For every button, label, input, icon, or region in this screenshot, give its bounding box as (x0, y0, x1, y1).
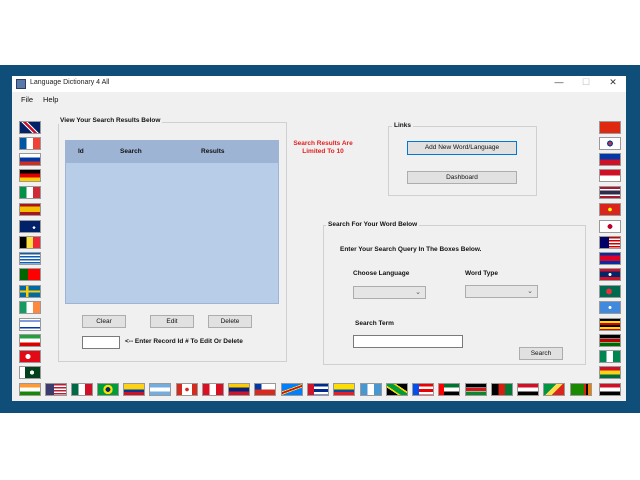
search-term-input[interactable] (353, 335, 463, 348)
flag-china[interactable] (599, 121, 621, 134)
minimize-button[interactable]: — (549, 77, 569, 87)
flag-chile[interactable] (254, 383, 276, 396)
flag-philippines[interactable] (599, 153, 621, 166)
flag-afghanistan[interactable] (491, 383, 513, 396)
flag-france[interactable] (19, 137, 41, 150)
flag-malaysia[interactable] (599, 236, 621, 249)
flag-spain[interactable] (19, 203, 41, 216)
search-button[interactable]: Search (519, 347, 563, 360)
record-id-input[interactable] (82, 336, 120, 349)
flag-vietnam[interactable] (599, 203, 621, 216)
flag-uk[interactable] (19, 121, 41, 134)
dashboard-button[interactable]: Dashboard (407, 171, 517, 184)
chevron-down-icon: ⌄ (415, 289, 421, 296)
results-grid[interactable]: Id Search Results (65, 140, 279, 304)
flag-iran[interactable] (19, 334, 41, 347)
search-group-label: Search For Your Word Below (326, 221, 420, 228)
flag-mexico[interactable] (71, 383, 93, 396)
flag-portugal[interactable] (19, 268, 41, 281)
flag-russia[interactable] (19, 153, 41, 166)
flag-israel[interactable] (19, 318, 41, 331)
app-icon (16, 79, 26, 89)
language-select[interactable]: ⌄ (353, 286, 426, 299)
flag-sweden[interactable] (19, 285, 41, 298)
menu-help[interactable]: Help (43, 95, 58, 104)
word-type-select[interactable]: ⌄ (465, 285, 538, 298)
window-title: Language Dictionary 4 All (30, 79, 110, 86)
limit-notice-line2: Limited To 10 (302, 148, 344, 155)
flag-somalia[interactable] (599, 301, 621, 314)
column-results[interactable]: Results (201, 148, 224, 155)
flag-dr-congo[interactable] (281, 383, 303, 396)
flag-guatemala[interactable] (360, 383, 382, 396)
flag-laos[interactable] (599, 268, 621, 281)
delete-button[interactable]: Delete (208, 315, 252, 328)
flag-nigeria[interactable] (599, 350, 621, 363)
grid-header: Id Search Results (66, 141, 278, 163)
links-group-label: Links (392, 122, 413, 129)
flag-cambodia[interactable] (599, 252, 621, 265)
flag-australia[interactable] (19, 220, 41, 233)
flag-pakistan[interactable] (19, 366, 41, 379)
choose-language-label: Choose Language (353, 270, 410, 277)
flag-south-sudan[interactable] (465, 383, 487, 396)
results-group-label: View Your Search Results Below (58, 117, 163, 124)
flag-yemen[interactable] (599, 383, 621, 396)
flag-ecuador[interactable] (333, 383, 355, 396)
flag-usa[interactable] (45, 383, 67, 396)
flag-egypt[interactable] (517, 383, 539, 396)
flag-canada[interactable] (176, 383, 198, 396)
clear-button[interactable]: Clear (82, 315, 126, 328)
flag-japan[interactable] (599, 220, 621, 233)
flag-zambia[interactable] (570, 383, 592, 396)
add-new-word-button[interactable]: Add New Word/Language (407, 141, 517, 155)
flag-argentina[interactable] (149, 383, 171, 396)
flag-indonesia[interactable] (599, 169, 621, 182)
flag-ireland[interactable] (19, 301, 41, 314)
flag-bangladesh[interactable] (599, 285, 621, 298)
flag-south-korea[interactable] (599, 137, 621, 150)
limit-notice: Search Results Are Limited To 10 (284, 140, 362, 156)
column-id[interactable]: Id (78, 148, 84, 155)
flag-india[interactable] (19, 383, 41, 396)
edit-button[interactable]: Edit (150, 315, 194, 328)
flag-turkey[interactable] (19, 350, 41, 363)
flag-thailand[interactable] (599, 186, 621, 199)
flag-brazil[interactable] (97, 383, 119, 396)
flag-puerto-rico[interactable] (412, 383, 434, 396)
title-bar: Language Dictionary 4 All — ☐ ✕ (12, 76, 626, 92)
column-search[interactable]: Search (120, 148, 142, 155)
links-groupbox (388, 126, 537, 196)
flag-italy[interactable] (19, 186, 41, 199)
flag-jamaica[interactable] (386, 383, 408, 396)
close-button[interactable]: ✕ (603, 77, 623, 88)
flag-ghana[interactable] (599, 366, 621, 379)
search-term-label: Search Term (355, 320, 394, 327)
flag-peru[interactable] (202, 383, 224, 396)
flag-greece[interactable] (19, 252, 41, 265)
flag-germany[interactable] (19, 169, 41, 182)
word-type-label: Word Type (465, 270, 498, 277)
limit-notice-line1: Search Results Are (293, 140, 353, 147)
flag-uganda[interactable] (599, 318, 621, 331)
record-id-hint: <-- Enter Record Id # To Edit Or Delete (125, 338, 243, 345)
flag-belgium[interactable] (19, 236, 41, 249)
flag-cuba[interactable] (307, 383, 329, 396)
flag-colombia[interactable] (123, 383, 145, 396)
chevron-down-icon: ⌄ (527, 288, 533, 295)
menu-file[interactable]: File (21, 95, 33, 104)
search-instructions: Enter Your Search Query In The Boxes Bel… (340, 246, 482, 253)
flag-congo[interactable] (543, 383, 565, 396)
flag-uae[interactable] (438, 383, 460, 396)
flag-venezuela[interactable] (228, 383, 250, 396)
maximize-button[interactable]: ☐ (576, 77, 596, 88)
flag-kenya[interactable] (599, 334, 621, 347)
